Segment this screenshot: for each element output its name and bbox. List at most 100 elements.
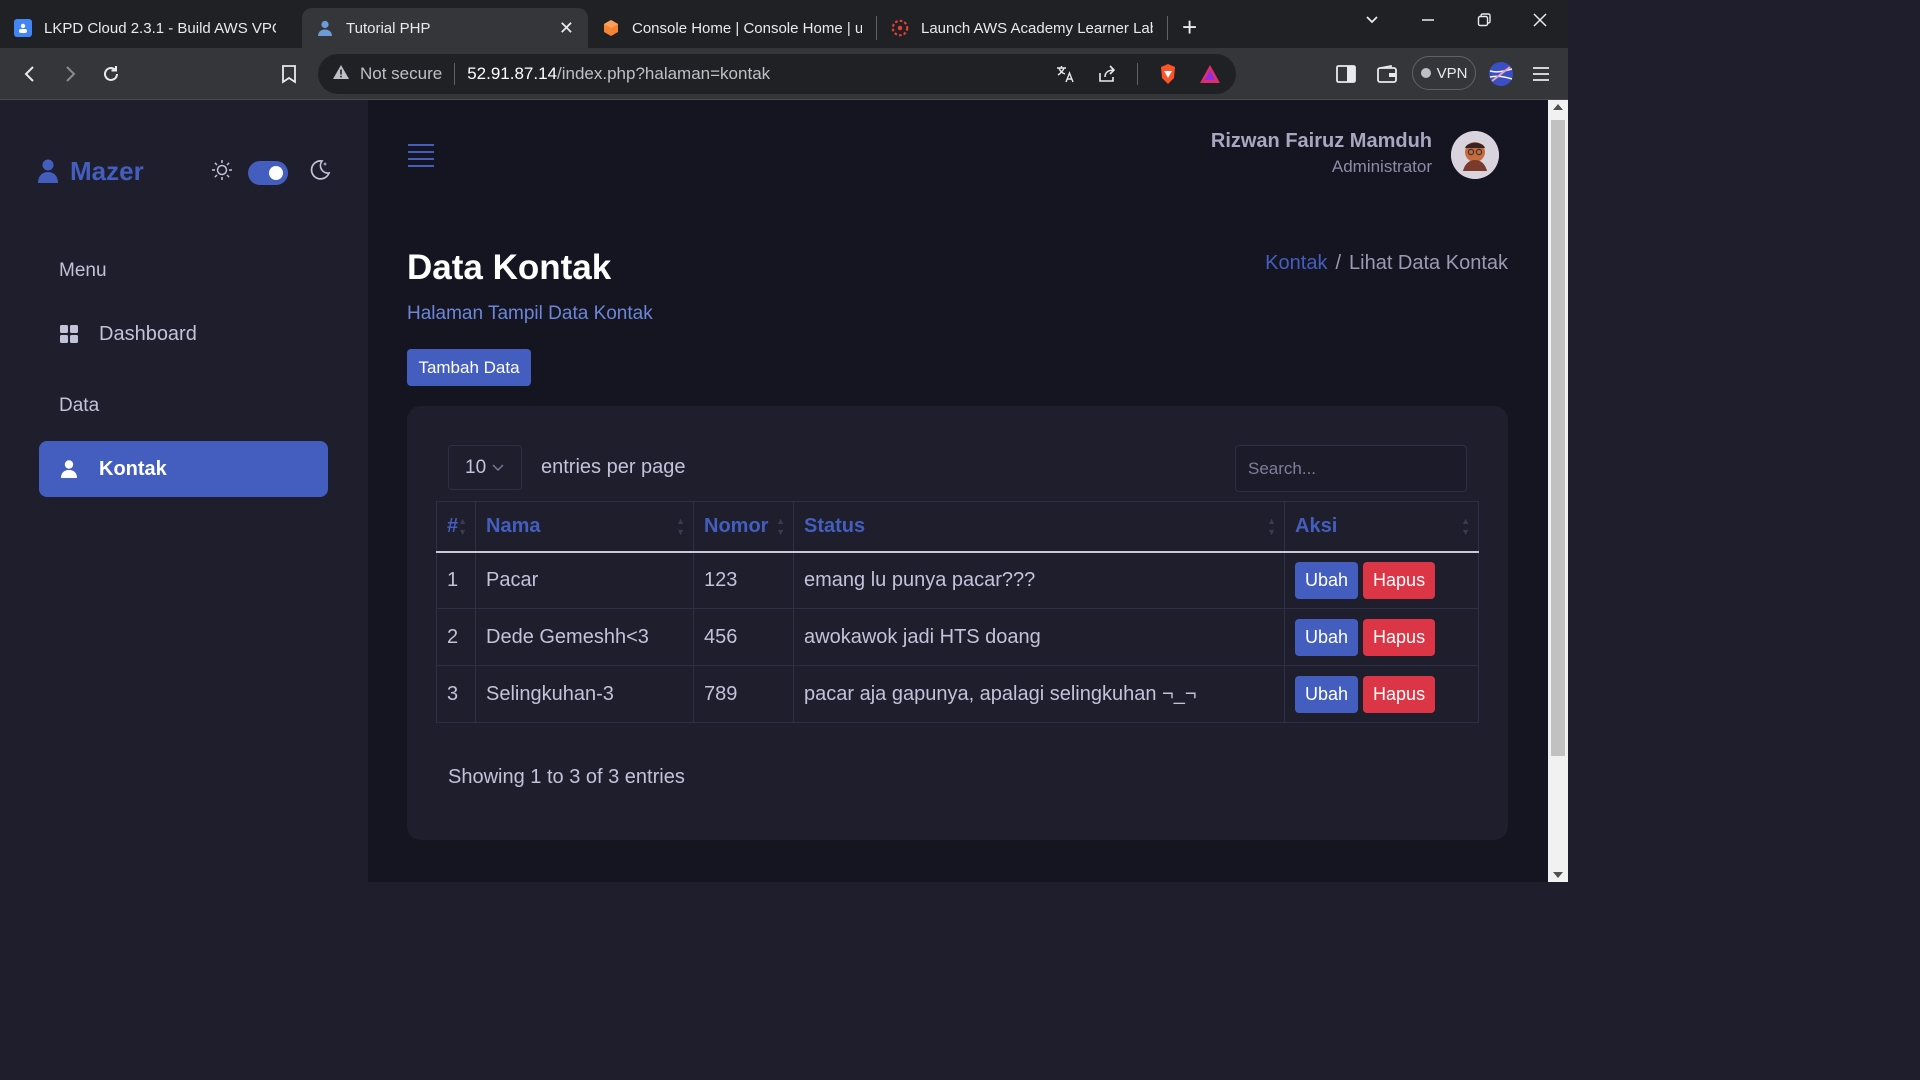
edit-button[interactable]: Ubah bbox=[1295, 561, 1359, 599]
sort-icon: ▲ ▼ bbox=[776, 516, 785, 537]
browser-tab-bar: LKPD Cloud 2.3.1 - Build AWS VPC ar Tuto… bbox=[0, 0, 1568, 48]
browser-tab[interactable]: Launch AWS Academy Learner Lab bbox=[877, 8, 1167, 48]
breadcrumb-current: Lihat Data Kontak bbox=[1349, 252, 1508, 274]
page: Mazer Menu Dashboard Data Kontak Rizwan … bbox=[0, 100, 1548, 882]
vpn-button[interactable]: VPN bbox=[1412, 56, 1476, 90]
hamburger-menu-icon[interactable] bbox=[408, 144, 434, 172]
column-header-status[interactable]: Status ▲ ▼ bbox=[793, 501, 1285, 553]
page-size-select[interactable]: 10 bbox=[448, 445, 522, 490]
table-row: 1 Pacar 123 emang lu punya pacar??? Ubah… bbox=[436, 551, 1479, 609]
profile-globe-icon[interactable] bbox=[1487, 60, 1515, 88]
cell-nama: Dede Gemeshh<3 bbox=[475, 608, 694, 666]
aws-cube-icon bbox=[602, 19, 620, 37]
bookmark-icon[interactable] bbox=[275, 60, 303, 88]
page-subtitle: Halaman Tampil Data Kontak bbox=[407, 303, 653, 324]
cell-nama: Pacar bbox=[475, 551, 694, 609]
window-close-icon[interactable] bbox=[1512, 0, 1568, 40]
column-header-number[interactable]: # ▲ ▼ bbox=[436, 501, 476, 553]
share-icon[interactable] bbox=[1095, 62, 1119, 86]
avatar[interactable] bbox=[1451, 131, 1499, 179]
browser-toolbar: Not secure 52.91.87.14/index.php?halaman… bbox=[0, 48, 1568, 100]
sun-icon bbox=[210, 158, 234, 187]
menu-icon[interactable] bbox=[1527, 60, 1555, 88]
edit-button[interactable]: Ubah bbox=[1295, 675, 1359, 713]
breadcrumb-link-kontak[interactable]: Kontak bbox=[1265, 252, 1327, 274]
user-info[interactable]: Rizwan Fairuz Mamduh Administrator bbox=[1211, 130, 1432, 177]
tab-search-chevron-icon[interactable] bbox=[1344, 0, 1400, 40]
new-tab-plus-icon[interactable]: + bbox=[1182, 12, 1197, 43]
grid-icon bbox=[59, 325, 79, 343]
user-role: Administrator bbox=[1331, 157, 1432, 176]
reload-icon[interactable] bbox=[97, 60, 125, 88]
menu-section-title: Menu bbox=[59, 260, 107, 281]
browser-tab[interactable]: Console Home | Console Home | us- bbox=[588, 8, 876, 48]
scroll-down-icon[interactable] bbox=[1553, 872, 1563, 878]
sort-icon: ▲ ▼ bbox=[1461, 516, 1470, 537]
cell-number: 1 bbox=[436, 551, 476, 609]
add-data-button[interactable]: Tambah Data bbox=[407, 349, 531, 386]
search-input[interactable] bbox=[1235, 445, 1467, 492]
person-icon bbox=[59, 460, 79, 478]
minimize-icon[interactable] bbox=[1400, 0, 1456, 40]
brand-logo[interactable]: Mazer bbox=[38, 156, 144, 187]
tab-title: Console Home | Console Home | us- bbox=[632, 19, 862, 37]
sidebar-item-kontak[interactable]: Kontak bbox=[39, 441, 328, 497]
sort-icon: ▲ ▼ bbox=[676, 516, 685, 537]
browser-tab[interactable]: LKPD Cloud 2.3.1 - Build AWS VPC ar bbox=[0, 8, 290, 48]
sidebar-item-dashboard[interactable]: Dashboard bbox=[39, 306, 328, 362]
restore-icon[interactable] bbox=[1456, 0, 1512, 40]
brave-shield-icon[interactable] bbox=[1156, 62, 1180, 86]
cell-nomor: 456 bbox=[693, 608, 794, 666]
chevron-down-icon bbox=[492, 461, 504, 475]
theme-toggle[interactable] bbox=[210, 158, 332, 187]
cell-actions: Ubah Hapus bbox=[1284, 665, 1479, 723]
dark-mode-switch[interactable] bbox=[248, 160, 288, 185]
close-icon[interactable]: ✕ bbox=[549, 18, 574, 39]
column-header-nomor[interactable]: Nomor ▲ ▼ bbox=[693, 501, 794, 553]
tab-title: Launch AWS Academy Learner Lab bbox=[921, 19, 1153, 37]
wallet-icon[interactable] bbox=[1373, 60, 1401, 88]
brave-rewards-icon[interactable] bbox=[1198, 62, 1222, 86]
sidebar-item-label: Dashboard bbox=[99, 322, 197, 345]
data-section-title: Data bbox=[59, 395, 100, 416]
cell-status: emang lu punya pacar??? bbox=[793, 551, 1285, 609]
security-label: Not secure bbox=[360, 64, 443, 83]
cell-actions: Ubah Hapus bbox=[1284, 608, 1479, 666]
address-bar[interactable]: Not secure 52.91.87.14/index.php?halaman… bbox=[318, 54, 1236, 94]
cell-status: awokawok jadi HTS doang bbox=[793, 608, 1285, 666]
column-header-nama[interactable]: Nama ▲ ▼ bbox=[475, 501, 694, 553]
back-icon[interactable] bbox=[16, 60, 44, 88]
contacts-table: # ▲ ▼ Nama ▲ ▼ Nomor ▲ ▼ Status ▲ ▼ Aksi ▲ ▼ 1 Pac… bbox=[436, 501, 1479, 723]
delete-button[interactable]: Hapus bbox=[1363, 561, 1436, 599]
edit-button[interactable]: Ubah bbox=[1295, 618, 1359, 656]
canvas-icon bbox=[891, 19, 909, 37]
vpn-status-dot bbox=[1420, 68, 1431, 78]
cell-nama: Selingkuhan-3 bbox=[475, 665, 694, 723]
breadcrumb: Kontak / Lihat Data Kontak bbox=[1265, 252, 1508, 275]
browser-tab-active[interactable]: Tutorial PHP ✕ bbox=[302, 8, 588, 48]
forward-icon[interactable] bbox=[56, 60, 84, 88]
address-divider bbox=[454, 63, 456, 85]
sort-icon: ▲ ▼ bbox=[458, 516, 467, 537]
scrollbar-thumb[interactable] bbox=[1551, 120, 1565, 756]
page-scrollbar[interactable] bbox=[1548, 100, 1568, 882]
translate-icon[interactable] bbox=[1053, 62, 1077, 86]
cell-status: pacar aja gapunya, apalagi selingkuhan ¬… bbox=[793, 665, 1285, 723]
delete-button[interactable]: Hapus bbox=[1363, 675, 1436, 713]
warning-icon[interactable] bbox=[332, 64, 350, 85]
person-icon bbox=[38, 159, 58, 183]
column-header-aksi[interactable]: Aksi ▲ ▼ bbox=[1284, 501, 1479, 553]
cell-number: 3 bbox=[436, 665, 476, 723]
cell-actions: Ubah Hapus bbox=[1284, 551, 1479, 609]
user-name: Rizwan Fairuz Mamduh bbox=[1210, 130, 1432, 152]
table-info: Showing 1 to 3 of 3 entries bbox=[448, 766, 685, 788]
cell-nomor: 123 bbox=[693, 551, 794, 609]
delete-button[interactable]: Hapus bbox=[1363, 618, 1436, 656]
scroll-up-icon[interactable] bbox=[1553, 104, 1563, 110]
sidebar: Mazer Menu Dashboard Data Kontak bbox=[0, 100, 368, 882]
sidebar-toggle-icon[interactable] bbox=[1332, 60, 1360, 88]
brand-name: Mazer bbox=[70, 156, 144, 186]
table-header-row: # ▲ ▼ Nama ▲ ▼ Nomor ▲ ▼ Status ▲ ▼ Aksi ▲ ▼ bbox=[436, 501, 1479, 553]
user-icon bbox=[316, 19, 334, 37]
tab-title: Tutorial PHP bbox=[346, 19, 431, 37]
